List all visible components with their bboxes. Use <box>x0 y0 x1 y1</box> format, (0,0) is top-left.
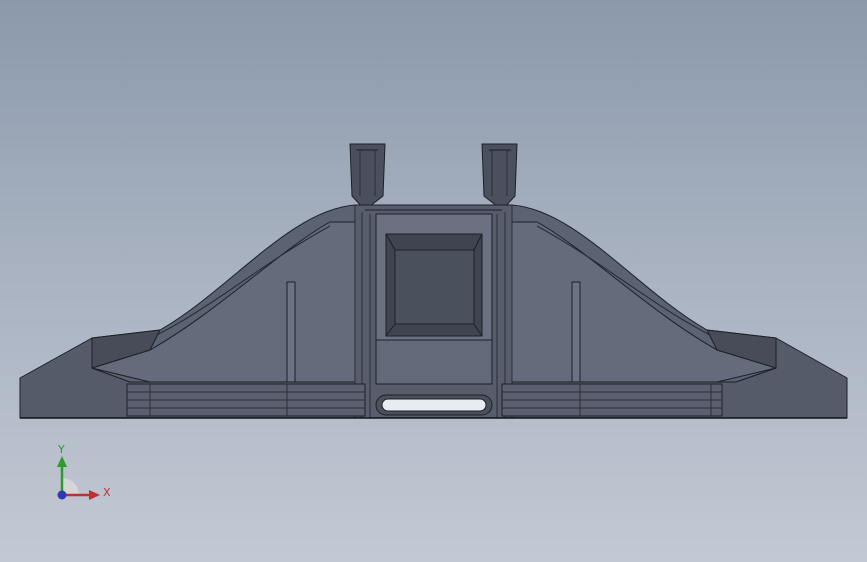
left-arch-inner <box>91 221 356 383</box>
z-axis-dot <box>57 490 67 500</box>
y-axis-arrow <box>57 456 67 467</box>
right-web <box>571 281 581 383</box>
x-axis-arrow <box>89 490 100 500</box>
graphics-viewport[interactable]: Y X <box>0 0 867 562</box>
left-web <box>286 281 296 383</box>
right-arch-inner <box>511 221 777 383</box>
left-lug <box>349 143 386 211</box>
part-model[interactable] <box>0 0 867 562</box>
triad-x-label: X <box>103 486 111 499</box>
center-window-bevel <box>394 249 475 325</box>
center-lower-block <box>375 339 493 385</box>
right-lug <box>481 143 518 211</box>
triad-y-label: Y <box>58 443 65 456</box>
